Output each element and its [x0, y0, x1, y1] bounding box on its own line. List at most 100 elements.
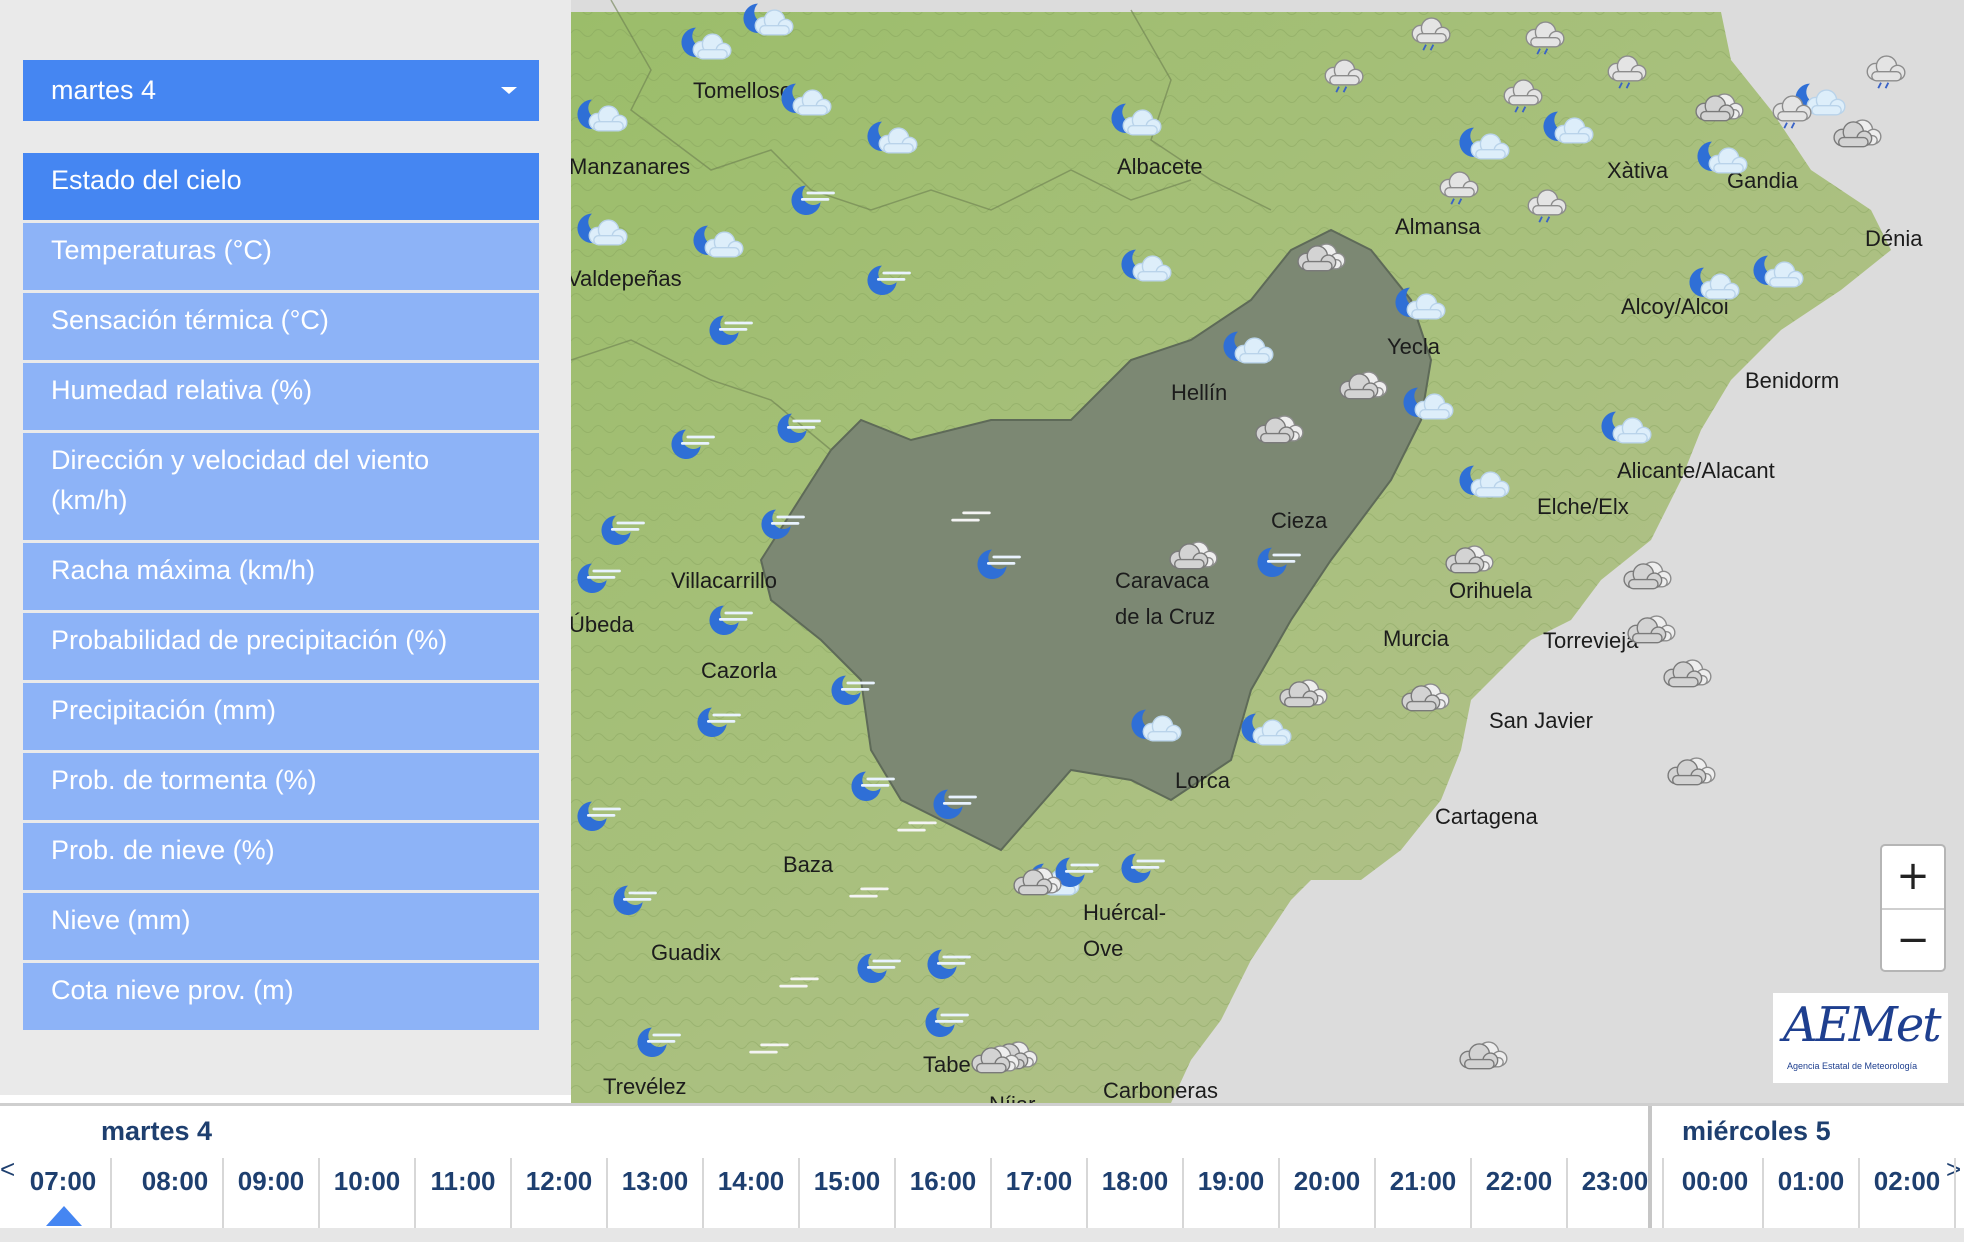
chevron-down-icon: [501, 87, 517, 94]
moon-haze-icon: [977, 549, 1021, 579]
moon-cloud-icon: [577, 99, 628, 132]
moon-cloud-icon: [1601, 411, 1652, 444]
city-label: Huércal-: [1083, 900, 1167, 925]
hour-0200[interactable]: 02:00: [1860, 1158, 1956, 1228]
forecast-map[interactable]: Tomelloso Manzanares Valdepeñas Albacete Alm…: [571, 0, 1964, 1103]
overcast-icon: [971, 1045, 1020, 1074]
menu-item-1[interactable]: Temperaturas (°C): [23, 223, 539, 293]
menu-item-5[interactable]: Racha máxima (km/h): [23, 543, 539, 613]
menu-item-11[interactable]: Cota nieve prov. (m): [23, 963, 539, 1033]
city-label: Murcia: [1383, 626, 1450, 651]
moon-haze-icon: [927, 949, 971, 979]
city-label: Orihuela: [1449, 578, 1533, 603]
menu-item-7[interactable]: Precipitación (mm): [23, 683, 539, 753]
moon-haze-icon: [613, 885, 657, 915]
light-rain-icon: [1866, 55, 1906, 89]
city-label: Hellín: [1171, 380, 1228, 405]
moon-haze-icon: [1257, 547, 1301, 577]
menu-item-6[interactable]: Probabilidad de precipitación (%): [23, 613, 539, 683]
hour-1000[interactable]: 10:00: [320, 1158, 416, 1228]
hour-1400[interactable]: 14:00: [704, 1158, 800, 1228]
moon-haze-icon: [831, 675, 875, 705]
timeline-day-label-1: martes 4: [101, 1116, 213, 1146]
moon-cloud-icon: [577, 213, 628, 246]
moon-cloud-icon: [867, 121, 918, 154]
moon-cloud-icon: [681, 27, 732, 60]
selected-hour-marker: [46, 1206, 82, 1226]
overcast-icon: [1169, 541, 1218, 570]
menu-item-4[interactable]: Dirección y velocidad del viento (km/h): [23, 433, 539, 543]
menu-item-3[interactable]: Humedad relativa (%): [23, 363, 539, 433]
menu-item-0[interactable]: Estado del cielo: [23, 153, 539, 223]
overcast-icon: [1013, 867, 1062, 896]
hour-1900[interactable]: 19:00: [1184, 1158, 1280, 1228]
hour-0000[interactable]: 00:00: [1668, 1158, 1764, 1228]
hour-1700[interactable]: 17:00: [992, 1158, 1088, 1228]
hour-1300[interactable]: 13:00: [608, 1158, 704, 1228]
hour-2300[interactable]: 23:00: [1568, 1158, 1664, 1228]
moon-cloud-icon: [1121, 249, 1172, 282]
zoom-out-button[interactable]: −: [1882, 910, 1944, 972]
hour-2000[interactable]: 20:00: [1280, 1158, 1376, 1228]
city-label: Níjar: [989, 1092, 1035, 1103]
city-label: de la Cruz: [1115, 604, 1216, 629]
hour-1200[interactable]: 12:00: [512, 1158, 608, 1228]
city-label: Dénia: [1865, 226, 1923, 251]
hour-1500[interactable]: 15:00: [800, 1158, 896, 1228]
city-label: Guadix: [651, 940, 721, 965]
menu-item-10[interactable]: Nieve (mm): [23, 893, 539, 963]
moon-cloud-icon: [1223, 331, 1274, 364]
sidebar: martes 4 Estado del cielo Temperaturas (°…: [0, 0, 571, 1095]
day-select[interactable]: martes 4: [23, 60, 539, 121]
moon-cloud-icon: [1543, 111, 1594, 144]
timeline-prev-button[interactable]: <: [0, 1154, 15, 1185]
fog-icon: [849, 887, 889, 898]
moon-haze-icon: [777, 413, 821, 443]
light-rain-icon: [1324, 59, 1364, 93]
overcast-icon: [1667, 757, 1716, 786]
moon-haze-icon: [709, 315, 753, 345]
overcast-icon: [1339, 371, 1388, 400]
menu-item-2[interactable]: Sensación térmica (°C): [23, 293, 539, 363]
city-label: San Javier: [1489, 708, 1593, 733]
hour-1800[interactable]: 18:00: [1088, 1158, 1184, 1228]
light-rain-icon: [1527, 189, 1567, 223]
hour-1600[interactable]: 16:00: [896, 1158, 992, 1228]
hour-0100[interactable]: 01:00: [1764, 1158, 1860, 1228]
zoom-in-button[interactable]: +: [1882, 846, 1944, 908]
zoom-control: + −: [1880, 844, 1946, 972]
hour-0800[interactable]: 08:00: [128, 1158, 224, 1228]
fog-icon: [749, 1043, 789, 1054]
menu-item-8[interactable]: Prob. de tormenta (%): [23, 753, 539, 823]
moon-haze-icon: [709, 605, 753, 635]
moon-haze-icon: [697, 707, 741, 737]
light-rain-icon: [1772, 95, 1812, 129]
light-rain-icon: [1525, 21, 1565, 55]
hour-2200[interactable]: 22:00: [1472, 1158, 1568, 1228]
menu-item-9[interactable]: Prob. de nieve (%): [23, 823, 539, 893]
hour-2100[interactable]: 21:00: [1376, 1158, 1472, 1228]
overcast-icon: [1445, 545, 1494, 574]
city-label: Almansa: [1395, 214, 1481, 239]
city-label: Baza: [783, 852, 834, 877]
overcast-icon: [1401, 683, 1450, 712]
moon-cloud-icon: [1111, 103, 1162, 136]
moon-cloud-icon: [1697, 141, 1748, 174]
timeline: martes 4 miércoles 5 < > 07:00 08:00 09:00…: [0, 1103, 1964, 1242]
moon-cloud-icon: [693, 225, 744, 258]
city-label: Elche/Elx: [1537, 494, 1629, 519]
moon-cloud-icon: [743, 3, 794, 36]
city-label: Trevélez: [603, 1074, 687, 1099]
moon-haze-icon: [851, 771, 895, 801]
moon-cloud-icon: [1241, 713, 1292, 746]
aemet-logo: AEMet Agencia Estatal de Meteorología: [1773, 993, 1948, 1083]
moon-cloud-icon: [1689, 267, 1740, 300]
moon-cloud-icon: [781, 83, 832, 116]
day-select-label: martes 4: [51, 75, 157, 105]
overcast-icon: [1833, 119, 1882, 148]
hour-0900[interactable]: 09:00: [224, 1158, 320, 1228]
moon-haze-icon: [761, 509, 805, 539]
overcast-icon: [1623, 561, 1672, 590]
hour-1100[interactable]: 11:00: [416, 1158, 512, 1228]
city-label: Úbeda: [571, 612, 634, 637]
